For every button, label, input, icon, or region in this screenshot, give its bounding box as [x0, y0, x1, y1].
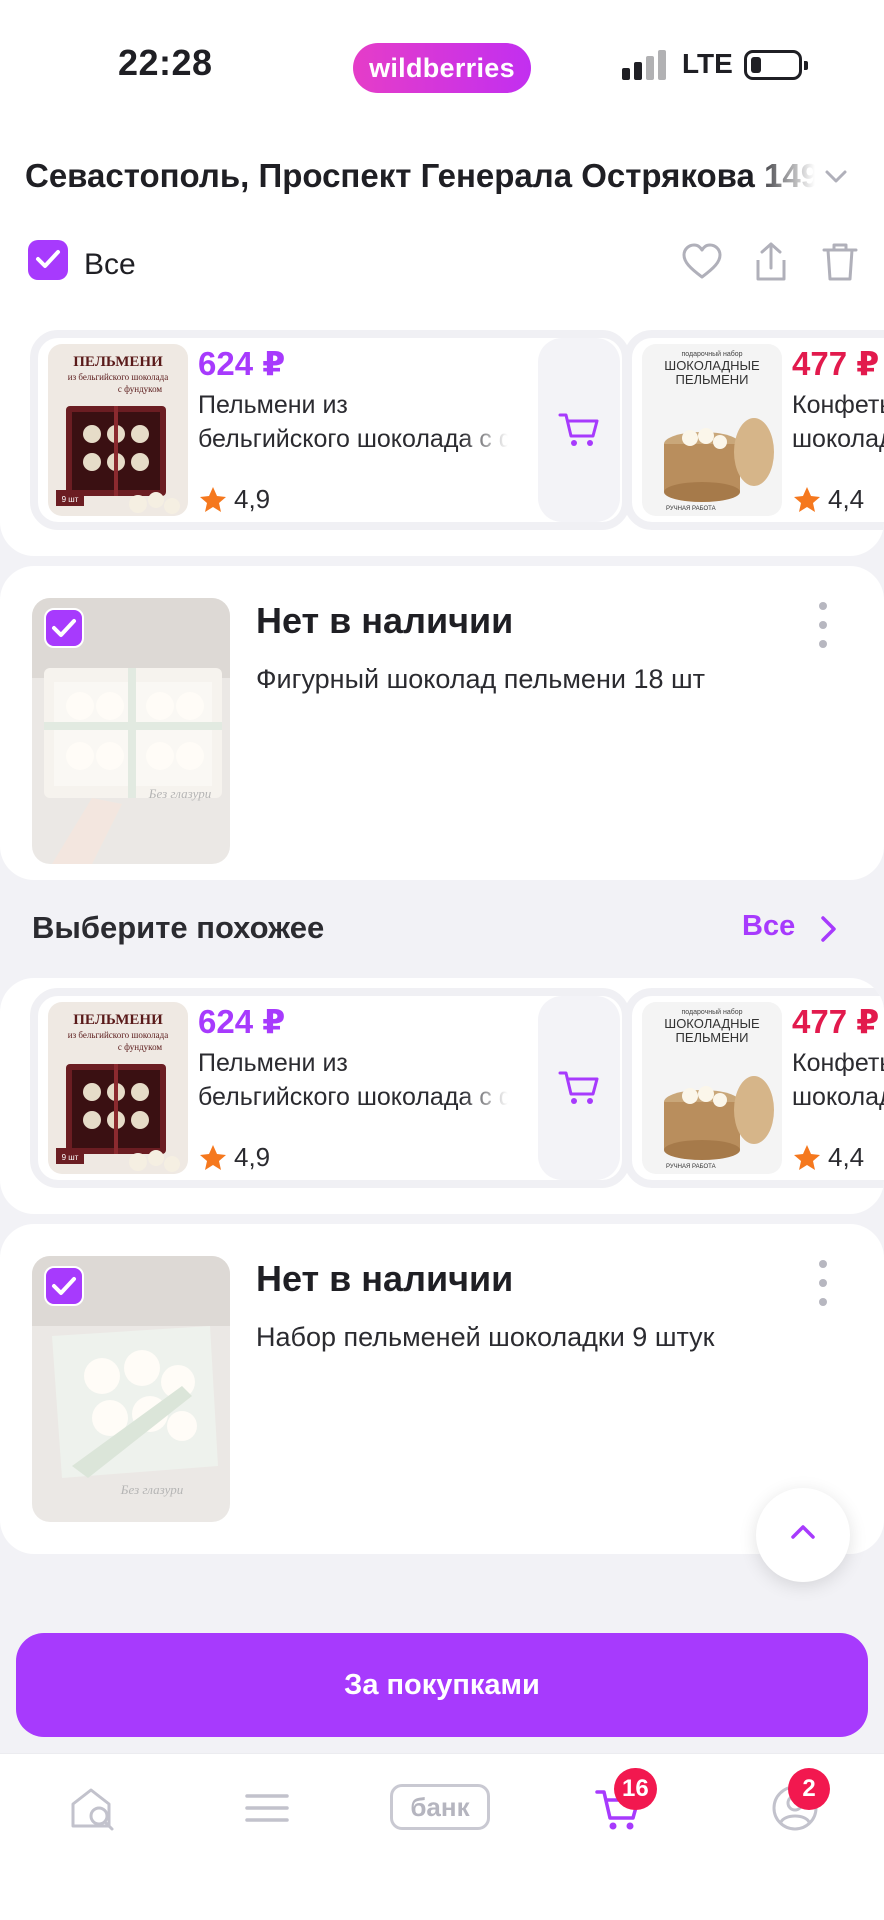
star-icon	[200, 1144, 226, 1170]
battery-icon	[744, 50, 808, 80]
svg-text:9 шт: 9 шт	[62, 495, 79, 504]
svg-text:ШОКОЛАДНЫЕ: ШОКОЛАДНЫЕ	[664, 358, 760, 373]
svg-text:с фундуком: с фундуком	[118, 1042, 162, 1052]
tab-catalog[interactable]	[216, 1776, 316, 1846]
section-title: Выберите похожее	[32, 910, 325, 945]
more-options-icon[interactable]	[816, 602, 830, 648]
menu-icon	[245, 1794, 289, 1822]
product-price: 477 ₽	[792, 1003, 880, 1040]
product-name[interactable]: Фигурный шоколад пельмени 18 шт	[256, 664, 705, 695]
bank-label: банк	[390, 1784, 490, 1830]
recommendation-carousel[interactable]: ПЕЛЬМЕНИ из бельгийского шоколада с фунд…	[0, 320, 884, 556]
item-checkbox[interactable]	[44, 1266, 84, 1306]
add-to-cart-button[interactable]	[538, 996, 620, 1180]
product-price: 477 ₽	[792, 345, 880, 382]
cart-item[interactable]: Без глазури Нет в наличии Фигурный шокол…	[0, 566, 884, 880]
profile-notification-badge: 2	[788, 1768, 830, 1810]
recommendation-card[interactable]: подарочный набор ШОКОЛАДНЫЕ ПЕЛЬМЕНИ РУЧ…	[624, 988, 884, 1188]
availability-status: Нет в наличии	[256, 1258, 514, 1299]
star-icon	[794, 486, 820, 512]
home-search-icon	[71, 1788, 114, 1831]
cart-item[interactable]: Без глазури Нет в наличии Набор пельмене…	[0, 1224, 884, 1554]
delivery-address[interactable]: Севастополь, Проспект Генерала Острякова…	[25, 157, 815, 195]
add-to-cart-button[interactable]	[538, 338, 620, 522]
tab-profile[interactable]: 2	[744, 1768, 844, 1846]
trash-icon[interactable]	[818, 240, 862, 284]
availability-status: Нет в наличии	[256, 600, 514, 641]
svg-text:ПЕЛЬМЕНИ: ПЕЛЬМЕНИ	[73, 354, 163, 370]
product-thumbnail[interactable]: подарочный набор ШОКОЛАДНЫЕ ПЕЛЬМЕНИ РУЧ…	[642, 344, 782, 516]
svg-text:из бельгийского шоколада: из бельгийского шоколада	[68, 372, 168, 382]
svg-text:РУЧНАЯ РАБОТА: РУЧНАЯ РАБОТА	[666, 506, 716, 512]
svg-text:РУЧНАЯ РАБОТА: РУЧНАЯ РАБОТА	[666, 1164, 716, 1170]
svg-text:из бельгийского шоколада: из бельгийского шоколада	[68, 1030, 168, 1040]
recommendation-card[interactable]: ПЕЛЬМЕНИ из бельгийского шоколада с фунд…	[30, 330, 630, 530]
product-price: 624 ₽	[198, 1003, 286, 1040]
chevron-right-icon[interactable]	[818, 914, 840, 944]
product-rating: 4,4	[792, 484, 864, 515]
status-bar: 22:28 wildberries LTE	[0, 0, 884, 140]
select-all-checkbox[interactable]	[28, 240, 68, 280]
cart-count-badge: 16	[614, 1768, 657, 1810]
svg-text:Без глазури: Без глазури	[120, 1482, 184, 1497]
svg-text:ПЕЛЬМЕНИ: ПЕЛЬМЕНИ	[675, 372, 748, 387]
chevron-up-icon	[791, 1525, 815, 1539]
svg-text:ПЕЛЬМЕНИ: ПЕЛЬМЕНИ	[675, 1030, 748, 1045]
recommendation-card[interactable]: подарочный набор ШОКОЛАДНЫЕ ПЕЛЬМЕНИ РУЧ…	[624, 330, 884, 530]
delivery-address-bar[interactable]: Севастополь, Проспект Генерала Острякова…	[0, 140, 884, 230]
more-options-icon[interactable]	[816, 1260, 830, 1306]
product-title[interactable]: Пельмени из бельгийского шоколада с фунд…	[198, 1046, 508, 1114]
see-all-link[interactable]: Все	[742, 910, 795, 943]
product-title[interactable]: Конфеты шоколадные	[792, 388, 884, 456]
svg-text:ПЕЛЬМЕНИ: ПЕЛЬМЕНИ	[73, 1012, 163, 1028]
svg-text:9 шт: 9 шт	[62, 1153, 79, 1162]
cart-icon	[558, 1071, 599, 1104]
product-rating: 4,4	[792, 1142, 864, 1173]
scroll-to-top-button[interactable]	[756, 1488, 850, 1582]
tab-cart[interactable]: 16	[568, 1768, 668, 1846]
product-rating: 4,9	[198, 1142, 270, 1173]
heart-icon[interactable]	[680, 240, 724, 284]
bottom-tab-bar: банк 16 2	[0, 1753, 884, 1920]
network-type: LTE	[682, 48, 733, 79]
share-icon[interactable]	[749, 240, 793, 284]
star-icon	[794, 1144, 820, 1170]
chevron-down-icon[interactable]	[822, 162, 850, 190]
svg-text:с фундуком: с фундуком	[118, 384, 162, 394]
item-checkbox[interactable]	[44, 608, 84, 648]
go-shopping-button[interactable]: За покупками	[16, 1633, 868, 1737]
wildberries-logo: wildberries	[353, 43, 531, 93]
tab-home[interactable]	[42, 1776, 142, 1846]
product-thumbnail[interactable]: ПЕЛЬМЕНИ из бельгийского шоколада с фунд…	[48, 344, 188, 516]
cart-icon	[558, 413, 599, 446]
product-title[interactable]: Пельмени из бельгийского шоколада с фунд…	[198, 388, 508, 456]
recommendation-card[interactable]: ПЕЛЬМЕНИ из бельгийского шоколада с фунд…	[30, 988, 630, 1188]
product-rating: 4,9	[198, 484, 270, 515]
similar-carousel[interactable]: ПЕЛЬМЕНИ из бельгийского шоколада с фунд…	[0, 978, 884, 1214]
clock: 22:28	[118, 42, 213, 83]
tab-bank[interactable]: банк	[380, 1776, 504, 1846]
svg-text:Без глазури: Без глазури	[148, 786, 212, 801]
signal-icon	[622, 50, 668, 80]
svg-text:подарочный набор: подарочный набор	[681, 350, 742, 358]
svg-text:ШОКОЛАДНЫЕ: ШОКОЛАДНЫЕ	[664, 1016, 760, 1031]
select-all-label[interactable]: Все	[84, 248, 136, 282]
select-all-bar: Все	[0, 230, 884, 320]
star-icon	[200, 486, 226, 512]
product-thumbnail[interactable]: ПЕЛЬМЕНИ из бельгийского шоколада с фунд…	[48, 1002, 188, 1174]
product-price: 624 ₽	[198, 345, 286, 382]
svg-text:подарочный набор: подарочный набор	[681, 1008, 742, 1016]
product-name[interactable]: Набор пельменей шоколадки 9 штук	[256, 1322, 714, 1353]
product-title[interactable]: Конфеты шоколадные	[792, 1046, 884, 1114]
product-thumbnail[interactable]: подарочный набор ШОКОЛАДНЫЕ ПЕЛЬМЕНИ РУЧ…	[642, 1002, 782, 1174]
